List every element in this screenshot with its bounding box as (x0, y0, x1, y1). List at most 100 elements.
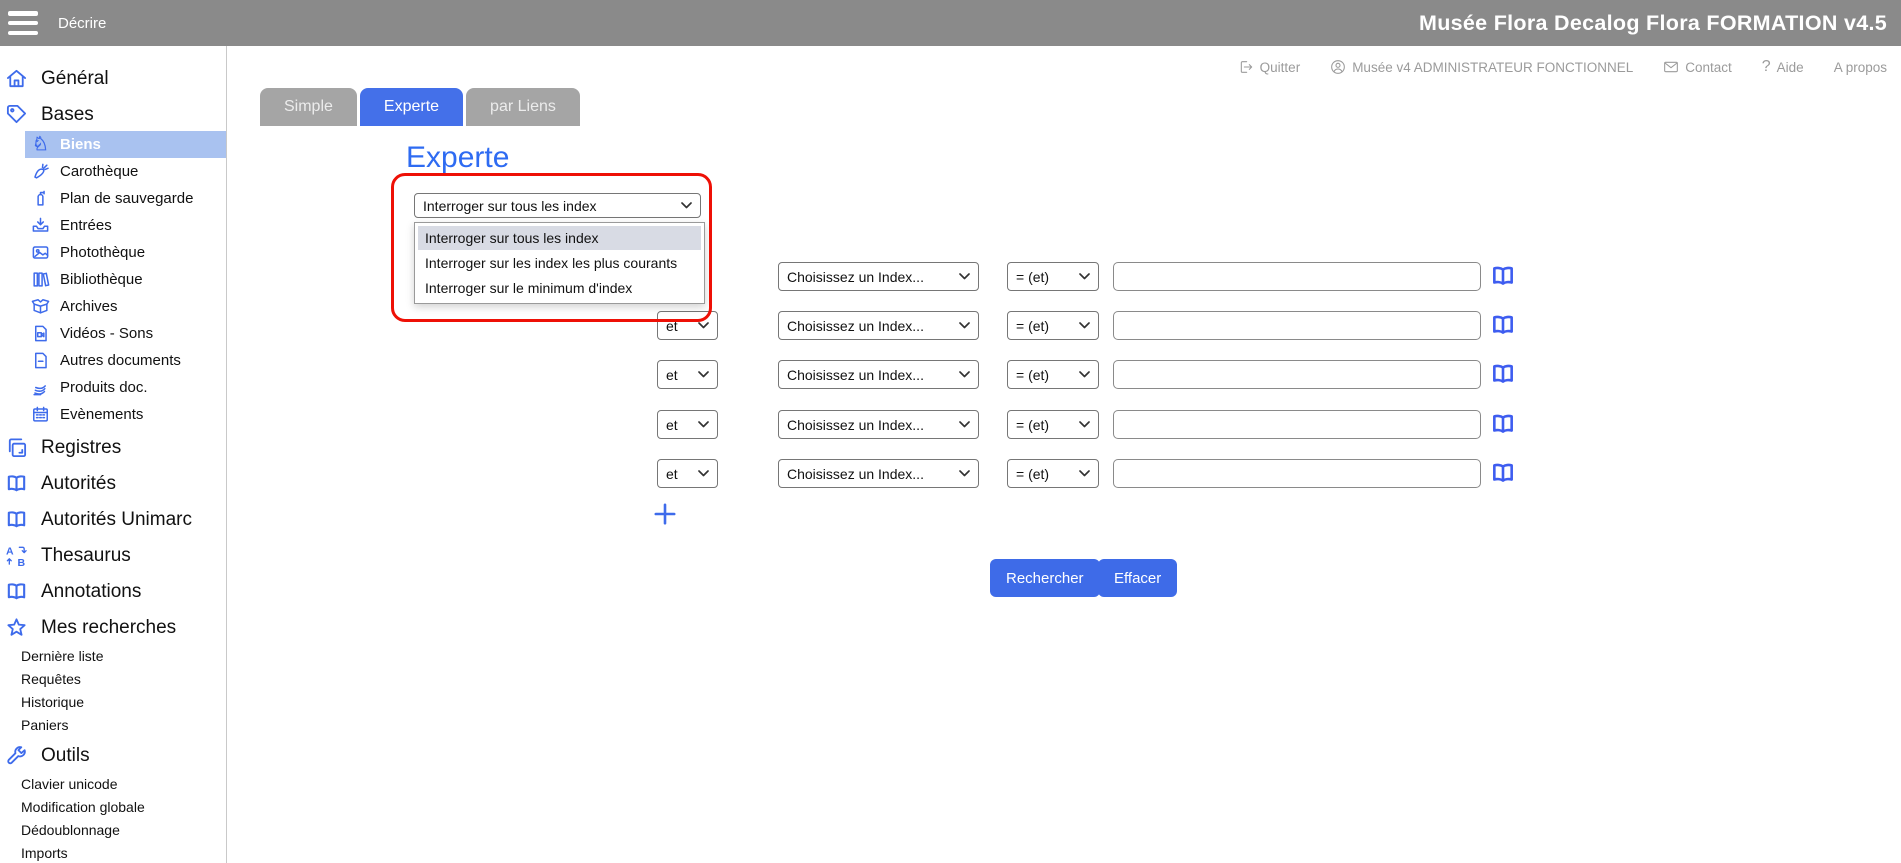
sidebar-item-registres[interactable]: Registres (0, 431, 226, 464)
a-propos-link[interactable]: A propos (1834, 60, 1887, 75)
sidebar-item-derniere-liste[interactable]: Dernière liste (0, 644, 226, 667)
chevron-down-icon (959, 273, 970, 280)
sidebar-item-archives[interactable]: Archives (25, 293, 226, 320)
comparator-select[interactable]: = (et) (1007, 311, 1099, 340)
criteria-value-input[interactable] (1113, 410, 1481, 439)
comparator-select[interactable]: = (et) (1007, 262, 1099, 291)
inbox-download-icon (31, 216, 50, 235)
add-criteria-button[interactable] (651, 501, 679, 529)
rechercher-button[interactable]: Rechercher (990, 559, 1100, 597)
sidebar-item-outils[interactable]: Outils (0, 739, 226, 772)
operator-select[interactable]: et (657, 360, 718, 389)
dropdown-option-tous-les-index[interactable]: Interroger sur tous les index (418, 226, 701, 250)
index-select[interactable]: Choisissez un Index... (778, 262, 979, 291)
sidebar-item-bibliotheque[interactable]: Bibliothèque (25, 266, 226, 293)
fire-extinguisher-icon (31, 189, 50, 208)
sidebar-item-plan-de-sauvegarde[interactable]: Plan de sauvegarde (25, 185, 226, 212)
chevron-down-icon (1079, 322, 1090, 329)
operator-select[interactable]: et (657, 311, 718, 340)
sidebar-item-general[interactable]: Général (0, 62, 226, 95)
hamburger-menu-icon[interactable] (8, 8, 42, 38)
sidebar-item-autorites[interactable]: Autorités (0, 467, 226, 500)
current-user[interactable]: Musée v4 ADMINISTRATEUR FONCTIONNEL (1330, 59, 1633, 75)
video-file-icon (31, 324, 50, 343)
index-browse-button[interactable] (1489, 361, 1517, 389)
sidebar-item-autorites-unimarc[interactable]: Autorités Unimarc (0, 503, 226, 536)
sidebar-item-historique[interactable]: Historique (0, 690, 226, 713)
aide-link[interactable]: ? Aide (1762, 58, 1804, 76)
criteria-value-input[interactable] (1113, 311, 1481, 340)
sidebar-item-entrees[interactable]: Entrées (25, 212, 226, 239)
index-select[interactable]: Choisissez un Index... (778, 459, 979, 488)
sidebar-item-paniers[interactable]: Paniers (0, 713, 226, 736)
sidebar-item-produits-doc[interactable]: Produits doc. (25, 374, 226, 401)
criteria-value-input[interactable] (1113, 360, 1481, 389)
tag-icon (5, 103, 28, 126)
sidebar-item-bases[interactable]: Bases (0, 98, 226, 131)
sidebar-item-imports[interactable]: Imports (0, 841, 226, 863)
comparator-select[interactable]: = (et) (1007, 410, 1099, 439)
index-browse-button[interactable] (1489, 312, 1517, 340)
topbar-menu-label[interactable]: Décrire (58, 15, 106, 32)
index-scope-select[interactable]: Interroger sur tous les index (414, 193, 701, 218)
index-select[interactable]: Choisissez un Index... (778, 410, 979, 439)
document-icon (31, 351, 50, 370)
main-content: Quitter Musée v4 ADMINISTRATEUR FONCTION… (227, 46, 1901, 863)
chevron-down-icon (959, 322, 970, 329)
books-icon (31, 270, 50, 289)
sidebar-item-modification-globale[interactable]: Modification globale (0, 795, 226, 818)
sidebar: Général Bases ♘ Biens Carothèque Plan de… (0, 46, 227, 863)
translate-icon: AB (5, 544, 28, 567)
index-scope-dropdown-list: Interroger sur tous les index Interroger… (414, 222, 705, 304)
sidebar-item-mes-recherches[interactable]: Mes recherches (0, 611, 226, 644)
effacer-button[interactable]: Effacer (1098, 559, 1177, 597)
sidebar-item-videos-sons[interactable]: Vidéos - Sons (25, 320, 226, 347)
sidebar-item-dedoublonnage[interactable]: Dédoublonnage (0, 818, 226, 841)
sidebar-item-requetes[interactable]: Requêtes (0, 667, 226, 690)
sidebar-item-autres-documents[interactable]: Autres documents (25, 347, 226, 374)
quitter-link[interactable]: Quitter (1238, 59, 1301, 75)
operator-select[interactable]: et (657, 459, 718, 488)
criteria-value-input[interactable] (1113, 459, 1481, 488)
user-icon (1330, 59, 1346, 75)
tab-par-liens[interactable]: par Liens (466, 88, 580, 126)
comparator-select[interactable]: = (et) (1007, 360, 1099, 389)
index-select[interactable]: Choisissez un Index... (778, 311, 979, 340)
tab-simple[interactable]: Simple (260, 88, 357, 126)
sidebar-item-phototheque[interactable]: Photothèque (25, 239, 226, 266)
plus-icon (652, 501, 678, 527)
sidebar-item-clavier-unicode[interactable]: Clavier unicode (0, 772, 226, 795)
star-icon (5, 616, 28, 639)
index-browse-button[interactable] (1489, 411, 1517, 439)
sidebar-item-annotations[interactable]: Annotations (0, 575, 226, 608)
chevron-down-icon (959, 421, 970, 428)
contact-link[interactable]: Contact (1663, 59, 1732, 75)
open-book-icon (1490, 411, 1516, 437)
criteria-value-input[interactable] (1113, 262, 1481, 291)
chevron-down-icon (698, 322, 709, 329)
index-select[interactable]: Choisissez un Index... (778, 360, 979, 389)
sidebar-item-biens[interactable]: ♘ Biens (25, 131, 226, 158)
open-book-icon (1490, 263, 1516, 289)
open-book-icon (1490, 312, 1516, 338)
comparator-select[interactable]: = (et) (1007, 459, 1099, 488)
dropdown-option-minimum-index[interactable]: Interroger sur le minimum d'index (418, 276, 701, 300)
operator-select[interactable]: et (657, 410, 718, 439)
svg-text:B: B (17, 557, 25, 567)
svg-text:A: A (6, 546, 14, 558)
sidebar-item-thesaurus[interactable]: AB Thesaurus (0, 539, 226, 572)
chevron-down-icon (1079, 470, 1090, 477)
open-book-icon (5, 580, 28, 603)
index-browse-button[interactable] (1489, 263, 1517, 291)
sidebar-item-evenements[interactable]: Evènements (25, 401, 226, 428)
tab-experte[interactable]: Experte (360, 88, 463, 126)
chevron-down-icon (698, 421, 709, 428)
sidebar-item-carotheque[interactable]: Carothèque (25, 158, 226, 185)
index-browse-button[interactable] (1489, 460, 1517, 488)
dropdown-option-index-courants[interactable]: Interroger sur les index les plus couran… (418, 251, 701, 275)
chevron-down-icon (1079, 371, 1090, 378)
logout-icon (1238, 59, 1254, 75)
chevron-down-icon (698, 470, 709, 477)
copies-icon (5, 436, 28, 459)
open-book-icon (5, 472, 28, 495)
